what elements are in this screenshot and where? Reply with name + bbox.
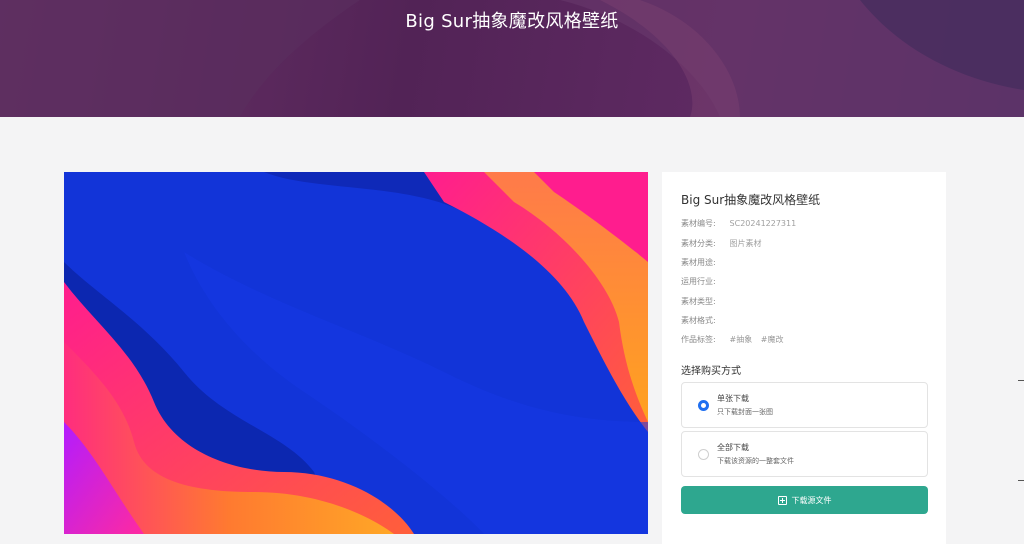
meta-label: 素材类型:	[681, 297, 716, 306]
scrollbar-tick	[1018, 480, 1024, 481]
option-title: 单张下载	[717, 394, 749, 403]
artwork-preview[interactable]	[64, 172, 648, 534]
option-description: 只下载封面一张图	[717, 408, 773, 416]
meta-value: 图片素材	[729, 239, 762, 248]
tag-link[interactable]: #魔改	[761, 335, 784, 344]
meta-label: 素材分类:	[681, 239, 716, 248]
option-full-download[interactable]: 全部下载 下载该资源的一整套文件	[681, 431, 928, 477]
radio-unselected-icon[interactable]	[698, 449, 709, 460]
meta-row-tags: 作品标签: #抽象 #魔改	[681, 334, 790, 345]
meta-row-type: 素材类型:	[681, 296, 727, 307]
tag-link[interactable]: #抽象	[730, 335, 753, 344]
purchase-heading: 选择购买方式	[681, 366, 741, 377]
meta-label: 作品标签:	[681, 335, 716, 344]
wallpaper-image	[64, 172, 648, 534]
meta-label: 素材格式:	[681, 316, 716, 325]
download-source-button[interactable]: 下载源文件	[681, 486, 928, 514]
page-title: Big Sur抽象魔改风格壁纸	[405, 11, 619, 32]
meta-row-industry: 运用行业:	[681, 276, 727, 287]
header-banner: Big Sur抽象魔改风格壁纸	[0, 0, 1024, 117]
resource-title: Big Sur抽象魔改风格壁纸	[681, 193, 821, 207]
info-panel: Big Sur抽象魔改风格壁纸 素材编号: SC20241227311 素材分类…	[662, 172, 946, 544]
meta-label: 运用行业:	[681, 277, 716, 286]
scrollbar-tick	[1018, 380, 1024, 381]
meta-row-id: 素材编号: SC20241227311	[681, 218, 796, 229]
option-single-download[interactable]: 单张下载 只下载封面一张图	[681, 382, 928, 428]
meta-label: 素材用途:	[681, 258, 716, 267]
radio-selected-icon[interactable]	[698, 400, 709, 411]
meta-row-category: 素材分类: 图片素材	[681, 238, 762, 249]
download-button-label: 下载源文件	[791, 495, 832, 505]
meta-row-format: 素材格式:	[681, 315, 727, 326]
option-description: 下载该资源的一整套文件	[717, 457, 794, 465]
meta-label: 素材编号:	[681, 219, 716, 228]
plus-square-icon	[777, 495, 787, 505]
meta-value: SC20241227311	[729, 219, 797, 228]
page: Big Sur抽象魔改风格壁纸 Big Sur抽象魔改风格壁纸 素材编号: SC…	[0, 0, 1024, 544]
meta-row-usage: 素材用途:	[681, 257, 727, 268]
option-title: 全部下载	[717, 443, 749, 452]
